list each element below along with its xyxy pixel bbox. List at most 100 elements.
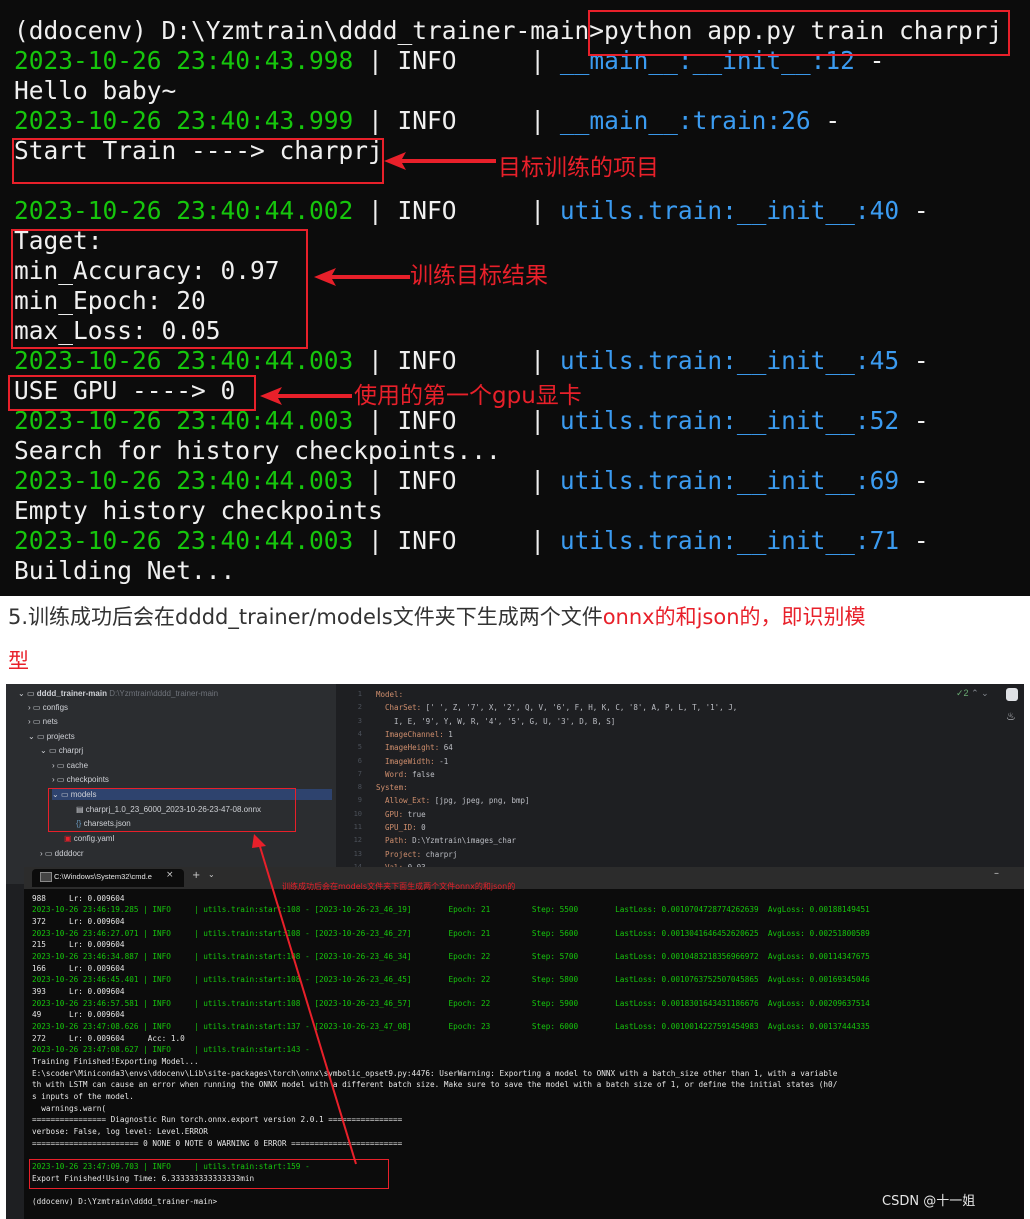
line-number: 10 bbox=[353, 810, 362, 818]
paragraph-step5-continued: 型 bbox=[8, 649, 29, 673]
check-icon: ✓ bbox=[956, 688, 964, 698]
code-line: System: bbox=[376, 783, 408, 792]
code-line: ImageWidth: -1 bbox=[376, 757, 449, 766]
cmd-line: verbose: False, log level: Level.ERROR bbox=[32, 1127, 208, 1136]
arrow-icon bbox=[260, 387, 352, 405]
cmd-tabbar: C:\Windows\System32\cmd.e × + ⌄ – 训练成功后会… bbox=[24, 867, 1024, 891]
code-line: ImageChannel: 1 bbox=[376, 730, 453, 739]
log-message: Empty history checkpoints bbox=[14, 496, 383, 525]
line-number: 6 bbox=[357, 757, 362, 765]
code-line: Word: false bbox=[376, 770, 435, 779]
annotation-project: 目标训练的项目 bbox=[498, 155, 659, 181]
folder-icon: ▭ bbox=[48, 746, 59, 755]
target-highlight-box bbox=[11, 229, 308, 349]
paragraph-step5: 5.训练成功后会在dddd_trainer/models文件夹下生成两个文件on… bbox=[8, 605, 866, 629]
tree-item-config-yaml[interactable]: ▣ config.yaml bbox=[64, 833, 114, 844]
cmd-line: (ddocenv) D:\Yzmtrain\dddd_trainer-main> bbox=[32, 1197, 218, 1206]
code-line: ImageHeight: 64 bbox=[376, 743, 453, 752]
log-header: 2023-10-26 23:40:44.002 | INFO | utils.t… bbox=[14, 196, 929, 225]
arrow-icon bbox=[314, 268, 410, 286]
database-icon[interactable] bbox=[1006, 688, 1018, 701]
models-highlight-box bbox=[48, 788, 296, 832]
line-number: 2 bbox=[357, 703, 362, 711]
terminal-screenshot: (ddocenv) D:\Yzmtrain\dddd_trainer-main>… bbox=[0, 0, 1030, 596]
tree-item-projects[interactable]: ⌄ ▭ projects bbox=[28, 731, 75, 742]
cmd-line: 2023-10-26 23:47:08.626 | INFO | utils.t… bbox=[32, 1022, 870, 1031]
folder-icon: ▭ bbox=[26, 689, 37, 698]
tree-item-cache[interactable]: › ▭ cache bbox=[52, 760, 88, 771]
code-line: GPU: true bbox=[376, 810, 426, 819]
folder-icon: ▭ bbox=[32, 717, 43, 726]
log-header: 2023-10-26 23:40:44.003 | INFO | utils.t… bbox=[14, 526, 929, 555]
code-line: Project: charprj bbox=[376, 850, 458, 859]
project-highlight-box bbox=[12, 138, 384, 184]
cmd-line: 2023-10-26 23:46:45.401 | INFO | utils.t… bbox=[32, 975, 870, 984]
tree-item-charprj[interactable]: ⌄ ▭ charprj bbox=[40, 745, 83, 756]
cmd-line: 2023-10-26 23:46:57.581 | INFO | utils.t… bbox=[32, 999, 870, 1008]
yaml-file-icon: ▣ bbox=[64, 834, 74, 843]
line-number: 5 bbox=[357, 743, 362, 751]
tree-item-ddddocr[interactable]: › ▭ ddddocr bbox=[40, 848, 84, 859]
folder-icon: ▭ bbox=[32, 703, 43, 712]
log-header: 2023-10-26 23:40:44.003 | INFO | utils.t… bbox=[14, 346, 929, 375]
line-number: 11 bbox=[353, 823, 362, 831]
terminal-icon bbox=[40, 872, 52, 882]
log-message: Hello baby~ bbox=[14, 76, 177, 105]
cmd-line: 215 Lr: 0.009604 bbox=[32, 940, 125, 949]
folder-icon: ▭ bbox=[56, 775, 67, 784]
cmd-line: 49 Lr: 0.009604 bbox=[32, 1010, 125, 1019]
notification-icon[interactable]: ♨ bbox=[1006, 710, 1016, 723]
cmd-line: 2023-10-26 23:46:27.071 | INFO | utils.t… bbox=[32, 929, 870, 938]
command-highlight-box bbox=[588, 10, 1010, 56]
new-tab-icon[interactable]: + bbox=[192, 870, 200, 881]
line-number: 1 bbox=[357, 690, 362, 698]
line-number: 8 bbox=[357, 783, 362, 791]
folder-icon: ▭ bbox=[36, 732, 47, 741]
minimize-icon[interactable]: – bbox=[994, 868, 999, 879]
close-icon[interactable]: × bbox=[166, 870, 174, 880]
chevron-down-icon: ⌄ bbox=[18, 689, 27, 698]
cmd-line: 272 Lr: 0.009604 Acc: 1.0 bbox=[32, 1034, 185, 1043]
ide-screenshot: ⌄ ▭ dddd_trainer-main D:\Yzmtrain\dddd_t… bbox=[6, 684, 1024, 1219]
tree-item-nets[interactable]: › ▭ nets bbox=[28, 716, 58, 727]
tree-item-checkpoints[interactable]: › ▭ checkpoints bbox=[52, 774, 109, 785]
annotation-target: 训练目标结果 bbox=[410, 263, 548, 289]
folder-icon: ▭ bbox=[44, 849, 55, 858]
cmd-line: 988 Lr: 0.009604 bbox=[32, 894, 125, 903]
cmd-line: th with LSTM can cause an error when run… bbox=[32, 1080, 838, 1089]
cmd-line: 372 Lr: 0.009604 bbox=[32, 917, 125, 926]
cmd-line: 393 Lr: 0.009604 bbox=[32, 987, 125, 996]
watermark: CSDN @十一姐 bbox=[882, 1194, 976, 1209]
chevron-down-icon[interactable]: ⌄ bbox=[208, 870, 215, 879]
tab-title: C:\Windows\System32\cmd.e bbox=[54, 872, 152, 881]
line-number: 3 bbox=[357, 717, 362, 725]
line-number: 4 bbox=[357, 730, 362, 738]
line-number: 9 bbox=[357, 796, 362, 804]
arrow-icon bbox=[384, 152, 496, 170]
folder-icon: ▭ bbox=[56, 761, 67, 770]
annotation-gpu: 使用的第一个gpu显卡 bbox=[354, 383, 582, 409]
cmd-line: 166 Lr: 0.009604 bbox=[32, 964, 125, 973]
tree-item-root[interactable]: ⌄ ▭ dddd_trainer-main D:\Yzmtrain\dddd_t… bbox=[18, 688, 218, 699]
tree-item-configs[interactable]: › ▭ configs bbox=[28, 702, 68, 713]
line-number: 7 bbox=[357, 770, 362, 778]
log-message: Search for history checkpoints... bbox=[14, 436, 501, 465]
cmd-line: 2023-10-26 23:46:34.887 | INFO | utils.t… bbox=[32, 952, 870, 961]
chevron-down-icon: ⌄ bbox=[28, 732, 37, 741]
code-line: Path: D:\Yzmtrain\images_char bbox=[376, 836, 516, 845]
code-line: Model: bbox=[376, 690, 404, 699]
prompt: (ddocenv) D:\Yzmtrain\dddd_trainer-main> bbox=[14, 16, 605, 45]
cmd-line: s inputs of the model. bbox=[32, 1092, 134, 1101]
log-message: Building Net... bbox=[14, 556, 236, 585]
cmd-line: 2023-10-26 23:46:19.285 | INFO | utils.t… bbox=[32, 905, 870, 914]
chevron-down-icon: ⌄ bbox=[40, 746, 49, 755]
inspection-widget[interactable]: ✓2 ⌃ ⌄ bbox=[956, 688, 989, 699]
log-header: 2023-10-26 23:40:43.999 | INFO | __main_… bbox=[14, 106, 841, 135]
cmd-window: C:\Windows\System32\cmd.e × + ⌄ – 训练成功后会… bbox=[24, 867, 1024, 1219]
cmd-line: E:\scoder\Miniconda3\envs\ddocenv\Lib\si… bbox=[32, 1069, 838, 1078]
code-line: Allow_Ext: [jpg, jpeg, png, bmp] bbox=[376, 796, 530, 805]
code-line: GPU_ID: 0 bbox=[376, 823, 426, 832]
code-line: I, E, '9', Y, W, R, '4', '5', G, U, '3',… bbox=[376, 717, 616, 726]
cmd-line: Training Finished!Exporting Model... bbox=[32, 1057, 199, 1066]
gpu-highlight-box bbox=[8, 375, 256, 411]
